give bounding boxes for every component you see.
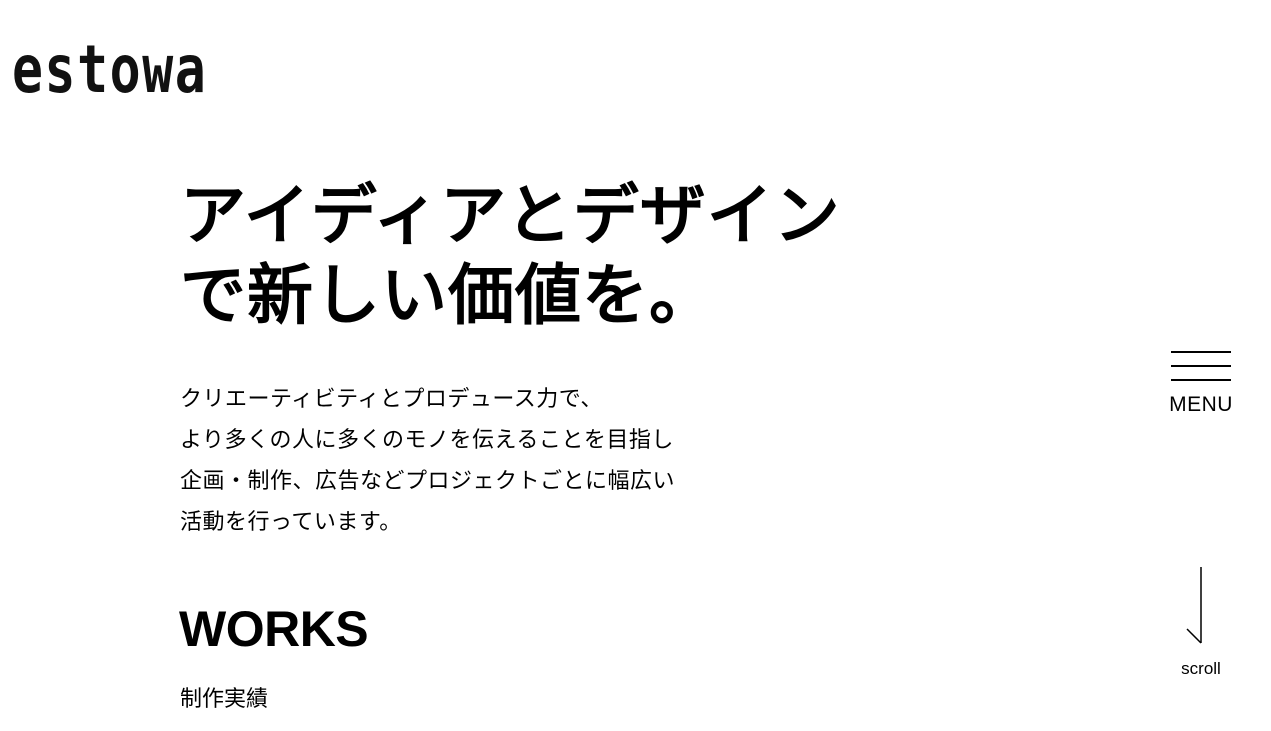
hamburger-line-top (1171, 351, 1231, 353)
hero-lead-line-4: 活動を行っています。 (180, 510, 402, 535)
hamburger-line-middle (1171, 365, 1231, 367)
scroll-indicator[interactable]: scroll (1170, 565, 1232, 685)
menu-label: MENU (1169, 393, 1233, 416)
arrow-down-icon (1186, 567, 1202, 644)
site-logo[interactable]: estowa (12, 30, 207, 110)
hero-lead-line-2: より多くの人に多くのモノを伝えることを目指し (180, 428, 674, 453)
hero-lead: クリエーティビティとプロデュース力で、 より多くの人に多くのモノを伝えることを目… (180, 379, 675, 543)
menu-button[interactable]: MENU (1165, 345, 1237, 421)
scroll-label: scroll (1181, 659, 1221, 678)
hero-lead-line-3: 企画・制作、広告などプロジェクトごとに幅広い (180, 469, 676, 494)
hamburger-line-bottom (1171, 379, 1231, 381)
works-subheading: 制作実績 (180, 687, 269, 712)
hero-title: アイディアとデザイン で新しい価値を。 (180, 176, 841, 336)
hero-title-line-1: アイディアとデザイン (180, 177, 841, 254)
works-heading: WORKS (179, 601, 369, 657)
hero-title-line-2: で新しい価値を。 (180, 257, 716, 334)
hero-lead-line-1: クリエーティビティとプロデュース力で、 (180, 387, 603, 412)
